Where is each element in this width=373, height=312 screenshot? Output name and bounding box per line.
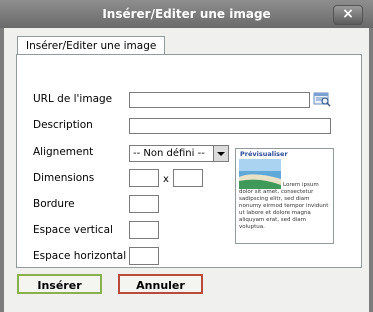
dialog-title: Insérer/Editer une image (102, 7, 271, 21)
url-label: URL de l'image (33, 93, 113, 105)
dialog-titlebar[interactable]: Insérer/Editer une image (0, 0, 373, 28)
dialog-footer (4, 297, 369, 312)
browse-icon[interactable] (313, 91, 331, 107)
close-button[interactable]: × (333, 5, 363, 25)
preview-text: Lorem ipsum dolor sit amet, consectetur … (239, 182, 329, 231)
hspace-label: Espace horizontal (33, 250, 127, 262)
image-dialog: Insérer/Editer une image × Insérer/Edite… (0, 0, 373, 312)
width-input[interactable] (129, 169, 159, 187)
dimensions-separator: x (163, 174, 169, 185)
description-input[interactable] (129, 118, 331, 134)
tab-general[interactable]: Insérer/Editer une image (17, 36, 166, 55)
description-label: Description (33, 119, 93, 131)
chevron-down-icon (213, 146, 228, 161)
url-input[interactable] (129, 92, 310, 108)
border-label: Bordure (33, 198, 75, 210)
height-input[interactable] (173, 169, 203, 187)
tab-label: Insérer/Editer une image (26, 40, 157, 52)
close-icon: × (342, 6, 354, 22)
dimensions-label: Dimensions (33, 172, 95, 184)
preview-title: Prévisualiser (240, 150, 288, 158)
alignment-value: -- Non défini -- (133, 148, 205, 159)
cancel-button[interactable]: Annuler (118, 274, 203, 294)
insert-button[interactable]: Insérer (17, 274, 102, 294)
border-input[interactable] (129, 195, 159, 213)
vspace-input[interactable] (129, 221, 159, 239)
dialog-body: Insérer/Editer une image URL de l'image … (4, 28, 369, 298)
hspace-input[interactable] (129, 247, 159, 265)
vspace-label: Espace vertical (33, 224, 113, 236)
alignment-label: Alignement (33, 146, 94, 158)
image-preview: Prévisualiser Lorem ipsum dolor sit amet… (235, 148, 334, 244)
form-panel: URL de l'image Description Alignement --… (16, 54, 362, 268)
preview-lorem: Lorem ipsum dolor sit amet, consectetur … (239, 182, 329, 230)
alignment-select[interactable]: -- Non défini -- (129, 145, 229, 162)
